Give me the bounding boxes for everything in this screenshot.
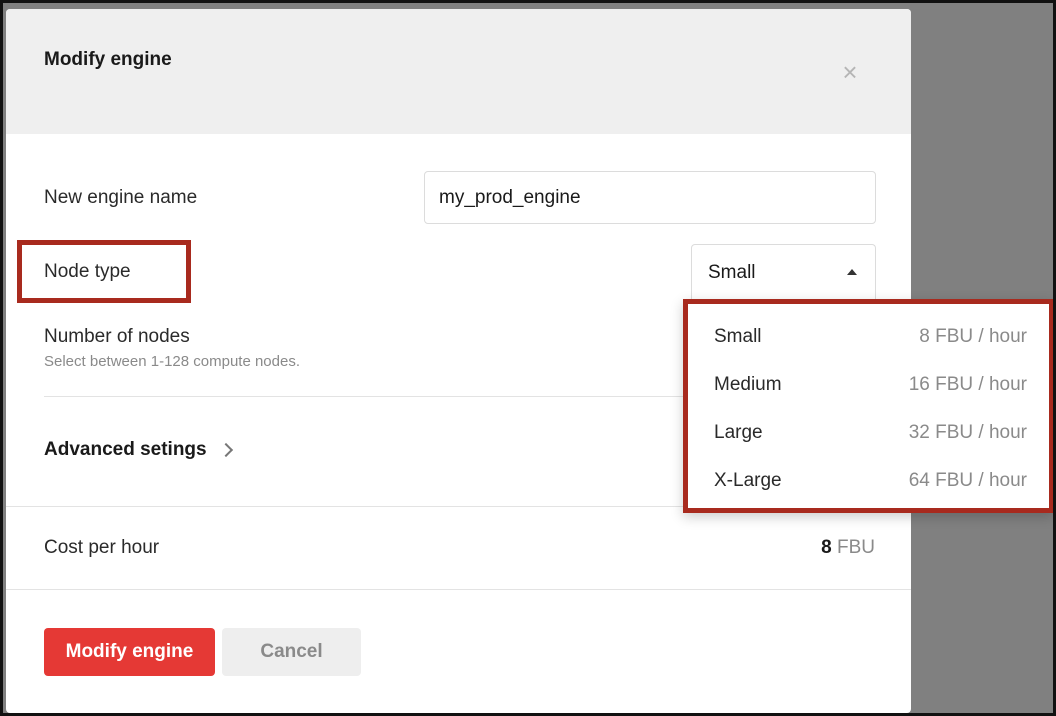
node-option-x-large[interactable]: X-Large 64 FBU / hour xyxy=(688,458,1049,506)
node-type-highlight xyxy=(17,240,191,303)
cost-unit: FBU xyxy=(837,537,875,558)
modal-header: Modify engine × xyxy=(6,9,911,134)
cancel-button[interactable]: Cancel xyxy=(222,628,361,676)
node-option-large[interactable]: Large 32 FBU / hour xyxy=(688,410,1049,458)
engine-name-input[interactable] xyxy=(424,171,876,224)
engine-name-label: New engine name xyxy=(44,187,198,208)
screenshot-frame: Modify engine × New engine name Node typ… xyxy=(0,0,1056,716)
option-name: X-Large xyxy=(714,470,782,491)
option-cost: 16 FBU / hour xyxy=(908,374,1027,395)
option-name: Medium xyxy=(714,374,782,395)
node-option-small[interactable]: Small 8 FBU / hour xyxy=(688,314,1049,362)
nodes-hint: Select between 1-128 compute nodes. xyxy=(44,353,301,370)
option-cost: 8 FBU / hour xyxy=(919,326,1027,347)
cost-number: 8 xyxy=(821,537,832,558)
node-type-select[interactable]: Small xyxy=(691,244,876,300)
cost-label: Cost per hour xyxy=(44,537,160,558)
option-name: Small xyxy=(714,326,762,347)
advanced-settings-toggle[interactable]: Advanced setings xyxy=(44,439,233,461)
modify-engine-button[interactable]: Modify engine xyxy=(44,628,215,676)
option-cost: 32 FBU / hour xyxy=(908,422,1027,443)
nodes-label: Number of nodes xyxy=(44,326,190,347)
caret-up-icon xyxy=(847,269,857,275)
modal-title: Modify engine xyxy=(44,49,172,70)
divider xyxy=(6,589,911,590)
node-type-dropdown: Small 8 FBU / hour Medium 16 FBU / hour … xyxy=(683,299,1053,513)
node-type-selected-value: Small xyxy=(708,262,756,283)
node-option-medium[interactable]: Medium 16 FBU / hour xyxy=(688,362,1049,410)
cost-value: 8 FBU xyxy=(821,537,875,559)
option-cost: 64 FBU / hour xyxy=(908,470,1027,491)
option-name: Large xyxy=(714,422,763,443)
chevron-right-icon xyxy=(218,442,233,458)
close-icon[interactable]: × xyxy=(839,59,861,85)
advanced-settings-label: Advanced setings xyxy=(44,439,207,460)
